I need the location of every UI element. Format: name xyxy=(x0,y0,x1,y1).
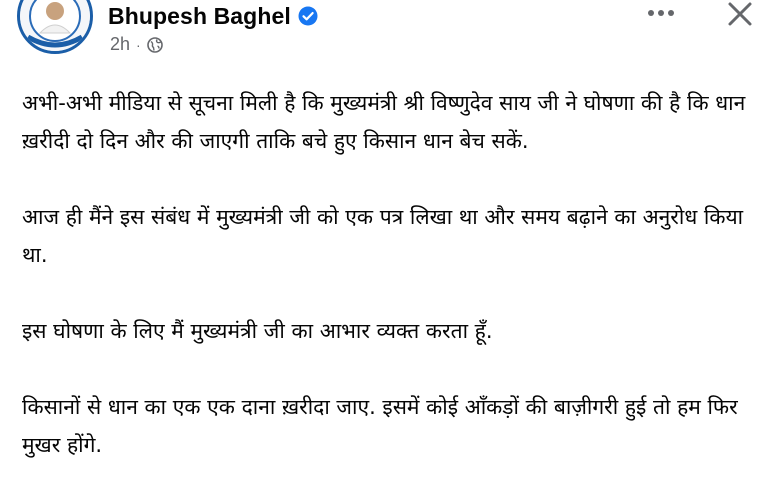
verified-badge-icon xyxy=(298,6,318,26)
post-paragraph: इस घोषणा के लिए मैं मुख्यमंत्री जी का आभ… xyxy=(22,319,493,343)
post-text: अभी-अभी मीडिया से सूचना मिली है कि मुख्य… xyxy=(22,84,762,502)
meta-separator: · xyxy=(136,36,141,53)
more-options-button[interactable] xyxy=(641,0,681,26)
post-header: Bhupesh Baghel 2h · xyxy=(0,0,780,62)
author-row: Bhupesh Baghel xyxy=(108,1,318,31)
close-button[interactable] xyxy=(720,0,760,28)
more-options-icon xyxy=(648,10,674,16)
post-meta: 2h · xyxy=(110,34,163,55)
post-paragraph: आज ही मैंने इस संबंध में मुख्यमंत्री जी … xyxy=(22,205,744,267)
post-paragraph: किसानों से धान का एक एक दाना ख़रीदा जाए.… xyxy=(22,395,738,457)
avatar[interactable] xyxy=(17,0,93,54)
post-paragraph: अभी-अभी मीडिया से सूचना मिली है कि मुख्य… xyxy=(22,91,746,153)
close-icon xyxy=(728,2,752,26)
avatar-image xyxy=(20,0,90,51)
author-name[interactable]: Bhupesh Baghel xyxy=(108,3,291,30)
post-time[interactable]: 2h xyxy=(110,34,130,55)
globe-icon[interactable] xyxy=(146,36,163,53)
